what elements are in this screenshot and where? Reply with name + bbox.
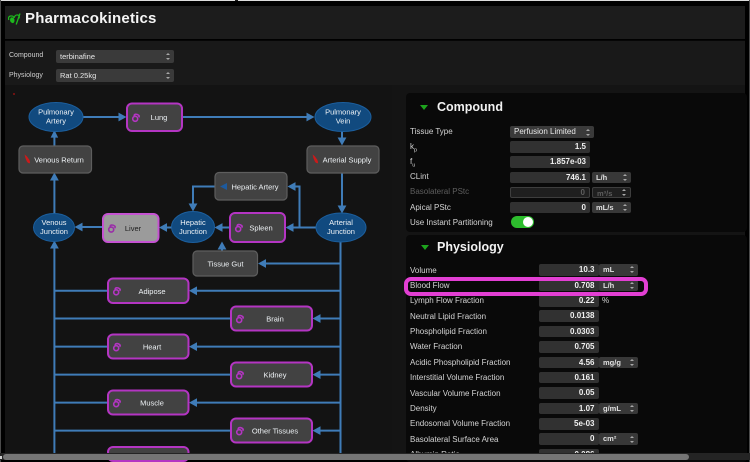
- svg-text:Hepatic Artery: Hepatic Artery: [231, 183, 278, 192]
- svg-text:Brain: Brain: [266, 315, 284, 324]
- svg-text:Lung: Lung: [151, 113, 168, 122]
- svg-text:Pulmonary: Pulmonary: [325, 108, 361, 117]
- svg-text:Arterial Supply: Arterial Supply: [323, 156, 372, 165]
- svg-text:Artery: Artery: [46, 117, 66, 126]
- svg-text:Vein: Vein: [336, 117, 351, 126]
- svg-text:Heart: Heart: [143, 343, 162, 352]
- svg-text:Pulmonary: Pulmonary: [38, 108, 74, 117]
- svg-text:Junction: Junction: [327, 227, 355, 236]
- svg-text:Venous Return: Venous Return: [34, 156, 84, 165]
- svg-text:Venous: Venous: [41, 218, 66, 227]
- svg-text:Junction: Junction: [179, 227, 207, 236]
- svg-text:Hepatic: Hepatic: [180, 218, 206, 227]
- svg-text:Other Tissues: Other Tissues: [252, 427, 299, 436]
- svg-text:Liver: Liver: [125, 224, 142, 233]
- svg-text:Junction: Junction: [40, 227, 68, 236]
- svg-text:Spleen: Spleen: [249, 224, 272, 233]
- svg-text:Tissue Gut: Tissue Gut: [208, 260, 245, 269]
- svg-text:Adipose: Adipose: [138, 287, 165, 296]
- svg-text:Kidney: Kidney: [264, 371, 287, 380]
- svg-text:Muscle: Muscle: [140, 399, 164, 408]
- svg-text:Arterial: Arterial: [329, 218, 353, 227]
